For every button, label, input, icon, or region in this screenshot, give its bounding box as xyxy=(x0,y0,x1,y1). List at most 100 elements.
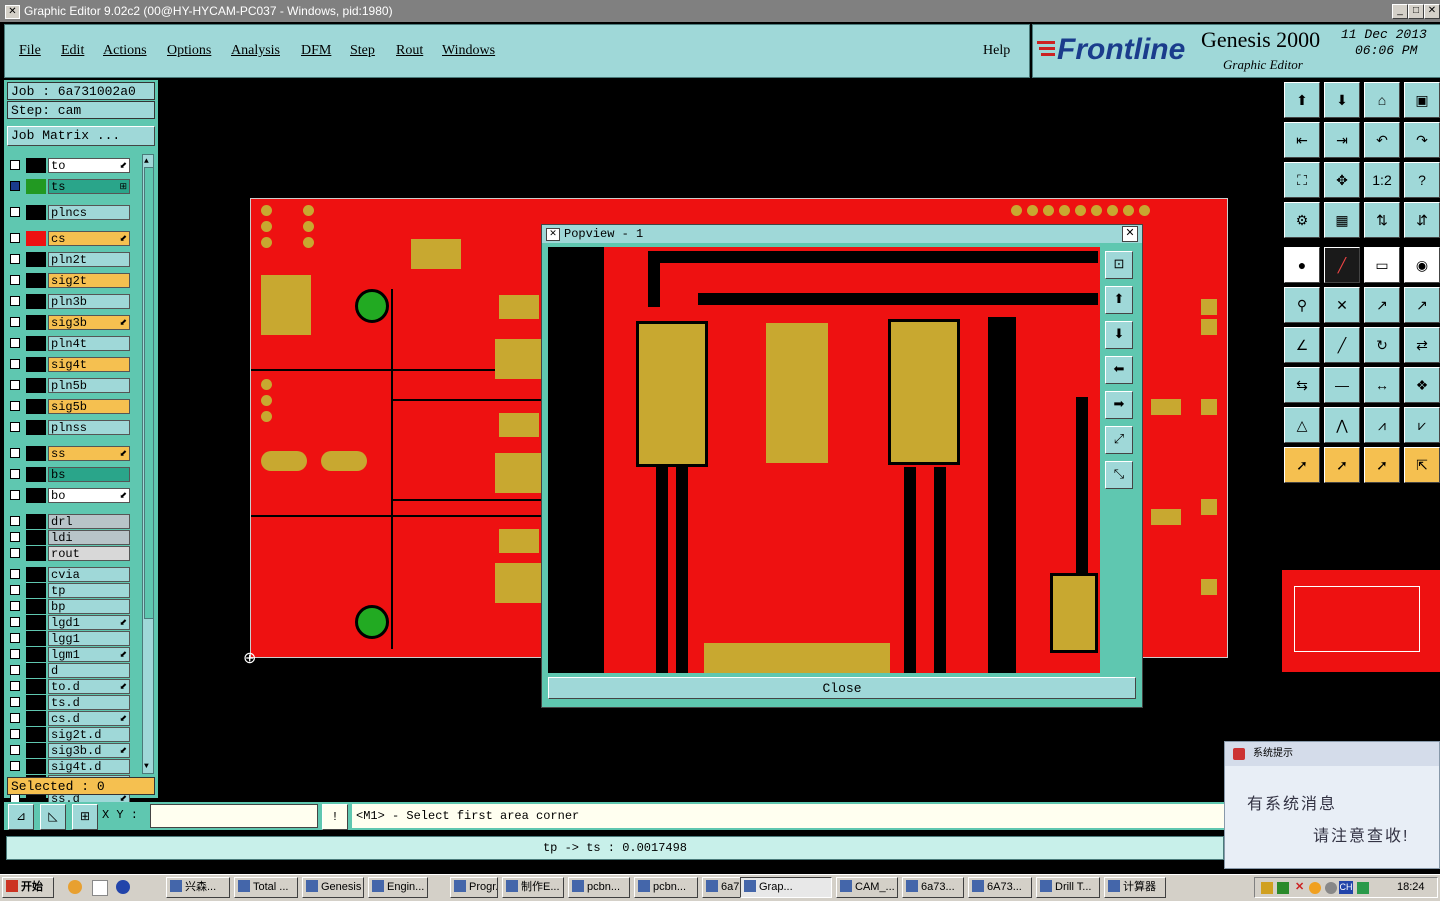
popview-zoom-out-icon[interactable]: ⤢ xyxy=(1105,426,1133,454)
open-icon[interactable]: ⬆ xyxy=(1284,82,1320,118)
popview-pan-right-icon[interactable]: ➡ xyxy=(1105,391,1133,419)
layer-name[interactable]: plnss xyxy=(48,420,130,435)
layer-color-swatch[interactable] xyxy=(26,695,46,710)
menu-rout[interactable]: Rout xyxy=(396,43,423,59)
save-icon[interactable]: ⬇ xyxy=(1324,82,1360,118)
layer-name[interactable]: sig2t.d xyxy=(48,727,130,742)
popview-close-icon[interactable]: ✕ xyxy=(1122,226,1138,242)
layer-checkbox[interactable] xyxy=(10,469,20,479)
layer-name[interactable]: sig5b xyxy=(48,399,130,414)
taskbar-item[interactable]: Engin... xyxy=(368,877,428,898)
layer-checkbox[interactable] xyxy=(10,422,20,432)
layer-checkbox[interactable] xyxy=(10,338,20,348)
layer-checkbox[interactable] xyxy=(10,254,20,264)
layer-checkbox[interactable] xyxy=(10,359,20,369)
layer-color-swatch[interactable] xyxy=(26,205,46,220)
quicklaunch-ie-icon[interactable] xyxy=(116,880,130,894)
layer-checkbox[interactable] xyxy=(10,745,20,755)
layer-name[interactable]: cs.d ⬋ xyxy=(48,711,130,726)
layer-name[interactable]: drl xyxy=(48,514,130,529)
triangle-icon[interactable]: △ xyxy=(1284,407,1320,443)
layer-name[interactable]: sig3b.d ⬋ xyxy=(48,743,130,758)
undo-icon[interactable]: ↶ xyxy=(1364,122,1400,158)
layer-checkbox[interactable] xyxy=(10,617,20,627)
settings-icon[interactable]: ⚙ xyxy=(1284,202,1320,238)
layer-color-swatch[interactable] xyxy=(26,158,46,173)
maximize-button[interactable]: □ xyxy=(1408,4,1424,19)
layer-color-swatch[interactable] xyxy=(26,530,46,545)
layer-name[interactable]: rout xyxy=(48,546,130,561)
move-icon[interactable]: ⇆ xyxy=(1284,367,1320,403)
layer-color-swatch[interactable] xyxy=(26,727,46,742)
layer-color-swatch[interactable] xyxy=(26,759,46,774)
layer-checkbox[interactable] xyxy=(10,601,20,611)
popview-pan-up-icon[interactable]: ⬆ xyxy=(1105,286,1133,314)
grid-view-icon[interactable]: ▦ xyxy=(1324,202,1360,238)
info-button[interactable]: ! xyxy=(322,804,348,830)
taskbar-item[interactable]: pcbn... xyxy=(634,877,698,898)
popview-zoom-in-icon[interactable]: ⤡ xyxy=(1105,461,1133,489)
layer-name[interactable]: sig4t xyxy=(48,357,130,372)
layer-checkbox[interactable] xyxy=(10,585,20,595)
popview-pan-down-icon[interactable]: ⬇ xyxy=(1105,321,1133,349)
layer-color-swatch[interactable] xyxy=(26,488,46,503)
layer-name[interactable]: to ⬋ xyxy=(48,158,130,173)
layer-name[interactable]: lgm1 ⬋ xyxy=(48,647,130,662)
layer-name[interactable]: tp xyxy=(48,583,130,598)
layer-color-swatch[interactable] xyxy=(26,357,46,372)
menu-options[interactable]: Options xyxy=(167,43,211,59)
taskbar-item[interactable]: Progr... xyxy=(450,877,498,898)
layer-name[interactable]: bs xyxy=(48,467,130,482)
layer-color-swatch[interactable] xyxy=(26,546,46,561)
slash-icon[interactable]: ╱ xyxy=(1324,327,1360,363)
layer-color-swatch[interactable] xyxy=(26,315,46,330)
menu-windows[interactable]: Windows xyxy=(442,43,495,59)
layer-name[interactable]: ldi xyxy=(48,530,130,545)
layer-color-swatch[interactable] xyxy=(26,446,46,461)
taskbar-item[interactable]: Drill T... xyxy=(1036,877,1100,898)
layer-checkbox[interactable] xyxy=(10,160,20,170)
taskbar-item[interactable]: 兴森... xyxy=(166,877,230,898)
arch-icon[interactable]: ⩘ xyxy=(1364,407,1400,443)
layer-color-swatch[interactable] xyxy=(26,599,46,614)
app-icon[interactable]: ✕ xyxy=(5,5,20,19)
mini-view-window[interactable] xyxy=(1294,586,1420,652)
layer-color-swatch[interactable] xyxy=(26,336,46,351)
popview-pan-left-icon[interactable]: ⬅ xyxy=(1105,356,1133,384)
layer-name[interactable]: plncs xyxy=(48,205,130,220)
select-net-icon[interactable]: ⇱ xyxy=(1404,447,1440,483)
layer-down-icon[interactable]: ⇵ xyxy=(1404,202,1440,238)
peak-icon[interactable]: ⋀ xyxy=(1324,407,1360,443)
menu-step[interactable]: Step xyxy=(350,43,375,59)
pan-right-icon[interactable]: ⇥ xyxy=(1324,122,1360,158)
start-button[interactable]: 开始 xyxy=(2,877,54,898)
layer-color-swatch[interactable] xyxy=(26,567,46,582)
layer-checkbox[interactable] xyxy=(10,697,20,707)
layer-checkbox[interactable] xyxy=(10,233,20,243)
layer-color-swatch[interactable] xyxy=(26,252,46,267)
layer-checkbox[interactable] xyxy=(10,296,20,306)
layer-up-icon[interactable]: ⇅ xyxy=(1364,202,1400,238)
menu-edit[interactable]: Edit xyxy=(61,43,84,59)
snap-icon[interactable]: ⊿ xyxy=(8,804,34,830)
layer-color-swatch[interactable] xyxy=(26,514,46,529)
layer-checkbox[interactable] xyxy=(10,649,20,659)
layer-checkbox[interactable] xyxy=(10,317,20,327)
layer-checkbox[interactable] xyxy=(10,207,20,217)
endpoint-icon[interactable]: ↗ xyxy=(1404,287,1440,323)
tray-close-icon[interactable]: ✕ xyxy=(1295,880,1304,893)
taskbar-item[interactable]: pcbn... xyxy=(568,877,630,898)
layer-name[interactable]: sig3b ⬋ xyxy=(48,315,130,330)
layer-name[interactable]: pln4t xyxy=(48,336,130,351)
select-box-icon[interactable]: ➚ xyxy=(1324,447,1360,483)
layer-color-swatch[interactable] xyxy=(26,273,46,288)
layer-color-swatch[interactable] xyxy=(26,231,46,246)
layer-name[interactable]: ts.d xyxy=(48,695,130,710)
layer-color-swatch[interactable] xyxy=(26,615,46,630)
ruler-icon[interactable]: ▭ xyxy=(1364,247,1400,283)
mini-overview[interactable] xyxy=(1282,570,1440,672)
select-icon[interactable]: ➚ xyxy=(1284,447,1320,483)
taskbar-item[interactable]: 计算器 xyxy=(1104,877,1166,898)
layer-color-swatch[interactable] xyxy=(26,399,46,414)
scale-icon[interactable]: 1:2 xyxy=(1364,162,1400,198)
